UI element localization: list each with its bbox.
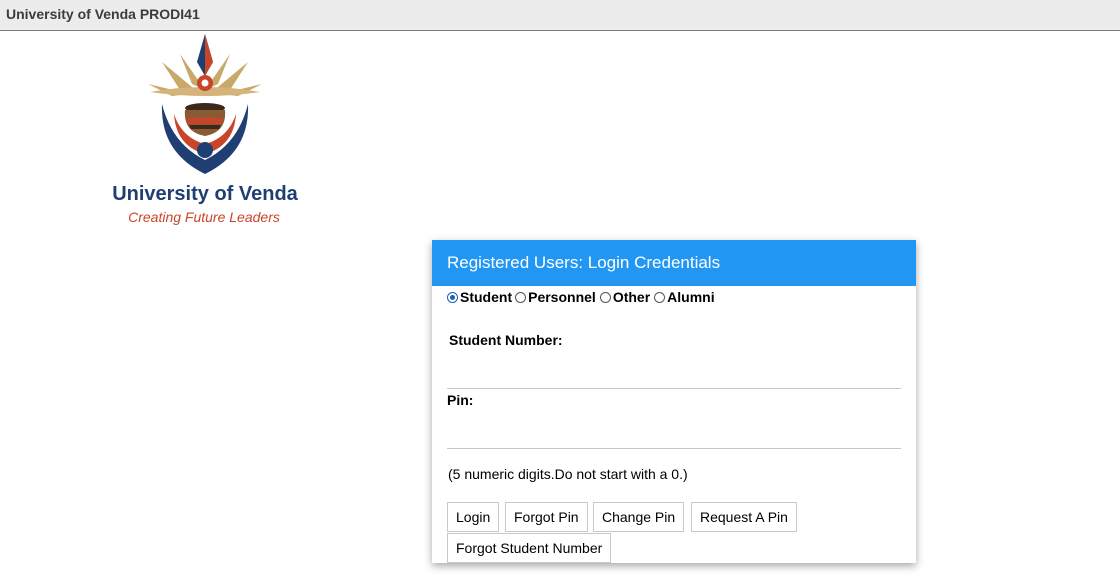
role-selector: Student Personnel Other Alumni bbox=[447, 289, 715, 305]
login-button[interactable]: Login bbox=[447, 502, 500, 532]
app-title: University of Venda PRODI41 bbox=[6, 6, 200, 22]
role-option-student[interactable]: Student bbox=[447, 289, 512, 305]
login-panel-title: Registered Users: Login Credentials bbox=[432, 240, 916, 286]
logo-university-name: University of Venda bbox=[112, 183, 298, 205]
pin-input[interactable] bbox=[447, 426, 901, 449]
university-logo: University of Venda Creating Future Lead… bbox=[110, 32, 300, 227]
student-number-input[interactable] bbox=[447, 366, 901, 389]
role-label-alumni: Alumni bbox=[667, 289, 715, 305]
logo-tagline: Creating Future Leaders bbox=[128, 209, 280, 225]
student-number-label: Student Number: bbox=[449, 332, 563, 348]
request-pin-button[interactable]: Request A Pin bbox=[691, 502, 797, 532]
forgot-pin-button[interactable]: Forgot Pin bbox=[505, 502, 588, 532]
university-emblem-icon bbox=[148, 34, 262, 174]
login-panel: Registered Users: Login Credentials Stud… bbox=[432, 240, 916, 563]
change-pin-button[interactable]: Change Pin bbox=[593, 502, 685, 532]
pin-label: Pin: bbox=[447, 392, 474, 408]
pin-hint: (5 numeric digits.Do not start with a 0.… bbox=[448, 466, 688, 482]
top-bar: University of Venda PRODI41 bbox=[0, 0, 1120, 31]
role-option-alumni[interactable]: Alumni bbox=[650, 289, 715, 305]
radio-student[interactable] bbox=[447, 291, 458, 303]
radio-personnel[interactable] bbox=[515, 291, 527, 303]
radio-other[interactable] bbox=[599, 291, 611, 303]
role-option-other[interactable]: Other bbox=[596, 289, 650, 305]
role-label-personnel: Personnel bbox=[528, 289, 596, 305]
role-option-personnel[interactable]: Personnel bbox=[512, 289, 596, 305]
role-label-other: Other bbox=[612, 289, 651, 305]
radio-alumni[interactable] bbox=[654, 291, 666, 303]
role-label-student: Student bbox=[460, 289, 513, 305]
forgot-student-number-button[interactable]: Forgot Student Number bbox=[447, 533, 612, 563]
